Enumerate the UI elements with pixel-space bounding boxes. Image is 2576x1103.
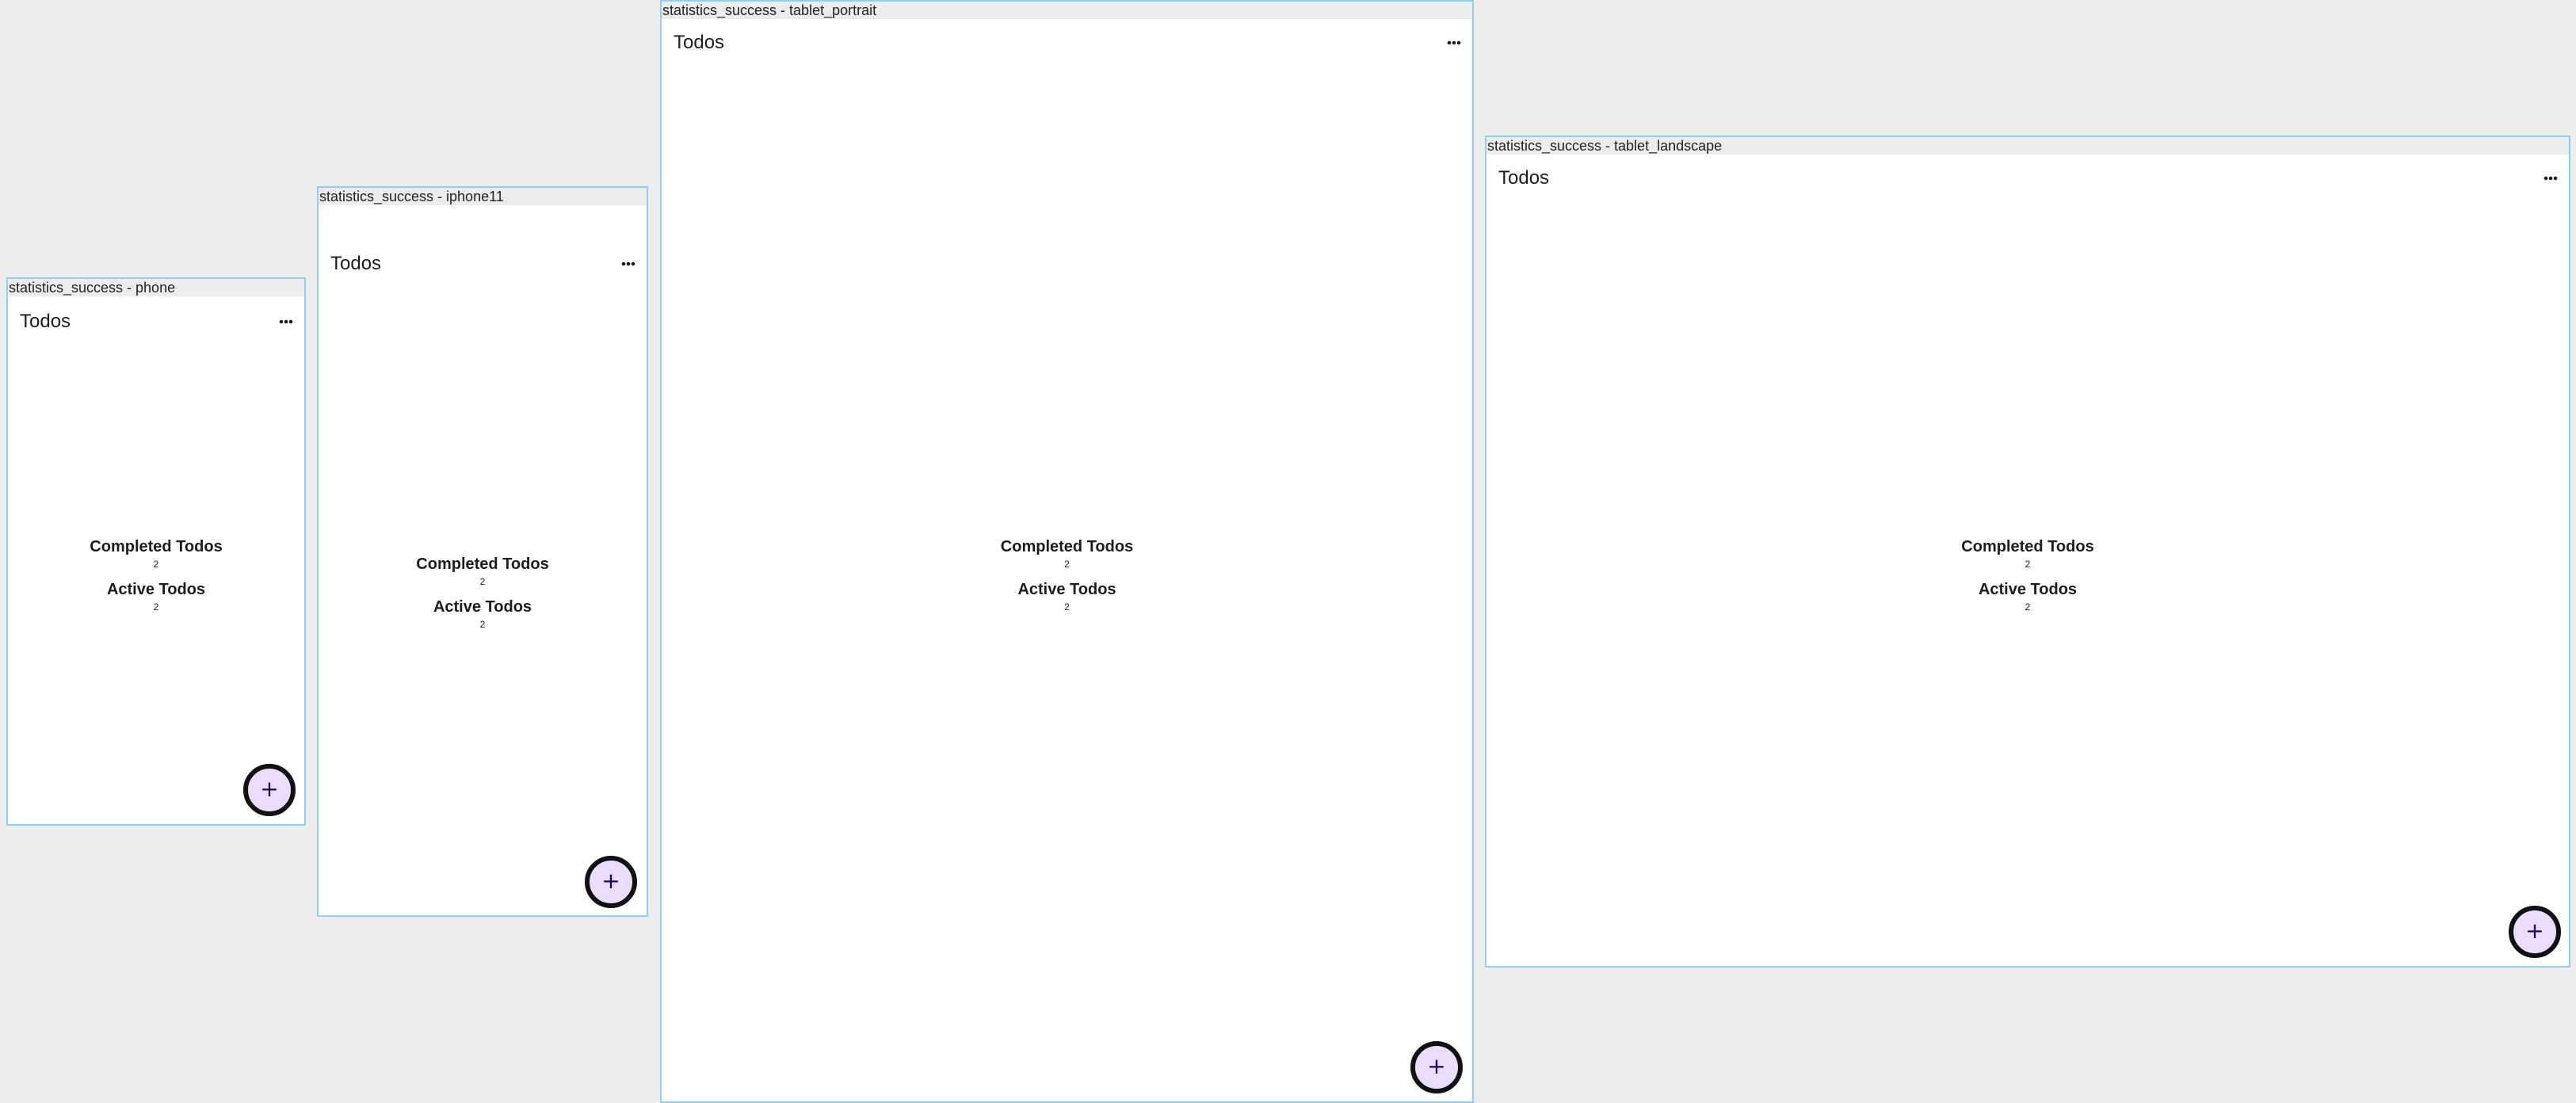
active-todos-label: Active Todos <box>1978 581 2078 598</box>
add-icon: + <box>2525 918 2544 944</box>
app-title: Todos <box>330 253 382 274</box>
frame-label: statistics_success - iphone11 <box>319 188 647 205</box>
app-bar: Todos <box>1486 153 2569 204</box>
app-title: Todos <box>1498 167 1550 189</box>
statistics-panel: Completed Todos 2 Active Todos 2 <box>1486 537 2569 623</box>
active-todos-label: Active Todos <box>106 581 206 598</box>
active-todos-value: 2 <box>479 619 486 630</box>
completed-todos-value: 2 <box>2025 559 2031 570</box>
more-horizontal-icon[interactable] <box>279 319 293 324</box>
frame-label: statistics_success - tablet_portrait <box>662 2 1472 19</box>
frame-label: statistics_success - tablet_landscape <box>1486 137 2569 155</box>
completed-todos-value: 2 <box>153 559 159 570</box>
add-todo-fab[interactable]: + <box>1410 1041 1463 1093</box>
add-todo-fab[interactable]: + <box>2509 906 2561 958</box>
completed-todos-label: Completed Todos <box>90 538 223 555</box>
active-todos-value: 2 <box>1064 601 1070 613</box>
active-todos-value: 2 <box>153 601 159 613</box>
device-frame-phone: statistics_success - phone Todos Complet… <box>6 277 306 826</box>
add-todo-fab[interactable]: + <box>243 764 296 816</box>
add-icon: + <box>260 776 279 802</box>
app-bar: Todos <box>319 239 647 289</box>
completed-todos-value: 2 <box>479 576 486 587</box>
active-todos-label: Active Todos <box>1017 581 1116 598</box>
statistics-panel: Completed Todos 2 Active Todos 2 <box>319 555 647 640</box>
completed-todos-label: Completed Todos <box>1000 538 1134 555</box>
more-horizontal-icon[interactable] <box>2544 176 2558 181</box>
add-todo-fab[interactable]: + <box>585 856 637 908</box>
app-title: Todos <box>20 311 71 332</box>
add-icon: + <box>1427 1053 1446 1079</box>
app-title: Todos <box>674 32 725 53</box>
app-bar: Todos <box>662 17 1472 68</box>
device-frame-tablet-landscape: statistics_success - tablet_landscape To… <box>1485 135 2570 968</box>
more-horizontal-icon[interactable] <box>1447 40 1461 45</box>
add-icon: + <box>601 868 620 894</box>
completed-todos-value: 2 <box>1064 559 1070 570</box>
frame-label: statistics_success - phone <box>8 279 304 296</box>
device-frame-iphone11: statistics_success - iphone11 Todos Comp… <box>317 186 648 917</box>
completed-todos-label: Completed Todos <box>1961 538 2094 555</box>
more-horizontal-icon[interactable] <box>621 261 635 266</box>
device-frame-tablet-portrait: statistics_success - tablet_portrait Tod… <box>660 0 1474 1103</box>
statistics-panel: Completed Todos 2 Active Todos 2 <box>662 537 1472 623</box>
app-bar: Todos <box>8 296 304 347</box>
active-todos-label: Active Todos <box>433 598 532 616</box>
statistics-panel: Completed Todos 2 Active Todos 2 <box>8 537 304 623</box>
completed-todos-label: Completed Todos <box>416 555 549 573</box>
active-todos-value: 2 <box>2025 601 2031 613</box>
